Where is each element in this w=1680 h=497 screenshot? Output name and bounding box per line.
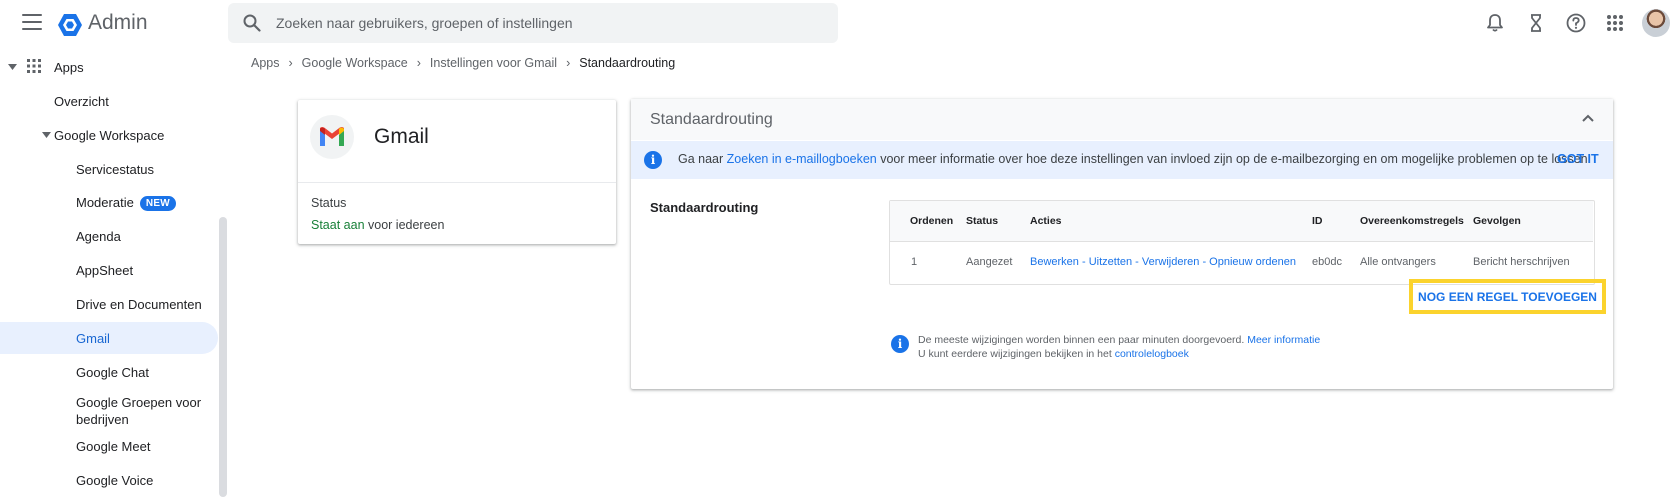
- routing-card-header[interactable]: [631, 99, 1613, 140]
- audit-log-link[interactable]: controlelogboek: [1115, 348, 1189, 360]
- sidebar-item-overzicht[interactable]: Overzicht: [54, 94, 109, 109]
- breadcrumb-apps[interactable]: Apps: [251, 56, 280, 70]
- chevron-right-icon: ›: [566, 56, 571, 70]
- info-icon: i: [644, 151, 662, 169]
- caret-down-icon[interactable]: [8, 63, 17, 71]
- main-menu-icon[interactable]: [22, 14, 42, 30]
- routing-card-title: Standaardrouting: [650, 111, 773, 128]
- sidebar-item-google-meet[interactable]: Google Meet: [76, 439, 150, 454]
- sidebar-item-apps[interactable]: Apps: [54, 60, 84, 75]
- chevron-up-icon[interactable]: [1581, 113, 1595, 123]
- sidebar-scrollbar[interactable]: [219, 217, 227, 497]
- info-icon: i: [891, 335, 909, 353]
- action-separator: -: [1199, 256, 1210, 268]
- banner-text: Ga naar Zoeken in e-maillogboeken voor m…: [678, 152, 1591, 166]
- breadcrumb-workspace[interactable]: Google Workspace: [302, 56, 408, 70]
- note-text: De meeste wijzigingen worden binnen een …: [918, 334, 1245, 346]
- banner-suffix: voor meer informatie over hoe deze inste…: [880, 152, 1592, 166]
- action-separator: -: [1078, 256, 1089, 268]
- bell-icon[interactable]: [1484, 12, 1506, 34]
- column-header-id: ID: [1312, 215, 1323, 227]
- sidebar-item-servicestatus[interactable]: Servicestatus: [76, 162, 154, 177]
- column-header-actions: Acties: [1030, 215, 1062, 227]
- sidebar-item-drive[interactable]: Drive en Documenten: [76, 297, 202, 312]
- admin-logo-icon: [58, 14, 82, 36]
- row-status: Aangezet: [966, 256, 1013, 268]
- sidebar-item-google-groepen[interactable]: Google Groepen voor bedrijven: [76, 394, 201, 428]
- app-title[interactable]: Admin: [88, 11, 148, 35]
- avatar[interactable]: [1642, 9, 1670, 37]
- add-rule-button[interactable]: NOG EEN REGEL TOEVOEGEN: [1409, 279, 1606, 314]
- action-separator: -: [1132, 256, 1142, 268]
- column-header-order: Ordenen: [910, 215, 954, 227]
- row-order: 1: [911, 256, 918, 268]
- section-label: Standaardrouting: [650, 200, 759, 215]
- sidebar-item-label: bedrijven: [76, 412, 129, 427]
- status-value[interactable]: Staat aan voor iedereen: [311, 218, 444, 232]
- sidebar-item-moderatie[interactable]: Moderatie NEW: [76, 195, 177, 211]
- gmail-logo-icon: [320, 126, 344, 146]
- status-label: Status: [311, 196, 347, 210]
- new-badge: NEW: [139, 196, 177, 211]
- search-input[interactable]: Zoeken naar gebruikers, groepen of inste…: [276, 15, 573, 31]
- column-header-match: Overeenkomstregels: [1360, 215, 1464, 227]
- caret-down-icon[interactable]: [42, 131, 51, 139]
- apps-grid-icon: [27, 59, 41, 73]
- reorder-link[interactable]: Opnieuw ordenen: [1209, 256, 1296, 268]
- note-text: U kunt eerdere wijzigingen bekijken in h…: [918, 348, 1112, 360]
- sidebar-item-appsheet[interactable]: AppSheet: [76, 263, 133, 278]
- hourglass-icon[interactable]: [1525, 12, 1547, 34]
- apps-grid-icon[interactable]: [1604, 12, 1626, 34]
- sidebar-item-google-voice[interactable]: Google Voice: [76, 473, 153, 488]
- divider: [298, 182, 616, 183]
- sidebar-item-label: Moderatie: [76, 195, 134, 210]
- column-header-effect: Gevolgen: [1473, 215, 1521, 227]
- row-id: eb0dc: [1312, 256, 1342, 268]
- gmail-title: Gmail: [374, 125, 429, 148]
- edit-link[interactable]: Bewerken: [1030, 256, 1079, 268]
- sidebar-item-gmail[interactable]: Gmail: [76, 331, 110, 346]
- delete-link[interactable]: Verwijderen: [1142, 256, 1199, 268]
- column-header-status: Status: [966, 215, 999, 227]
- breadcrumb-gmail-settings[interactable]: Instellingen voor Gmail: [430, 56, 557, 70]
- banner-prefix: Ga naar: [678, 152, 724, 166]
- row-match: Alle ontvangers: [1360, 256, 1436, 268]
- sidebar-item-agenda[interactable]: Agenda: [76, 229, 121, 244]
- note-line-1: De meeste wijzigingen worden binnen een …: [918, 334, 1320, 346]
- chevron-right-icon: ›: [416, 56, 421, 70]
- sidebar-item-label: Google Groepen voor: [76, 395, 202, 410]
- status-scope: voor iedereen: [368, 218, 445, 232]
- sidebar-item-google-chat[interactable]: Google Chat: [76, 365, 149, 380]
- row-actions: Bewerken - Uitzetten - Verwijderen - Opn…: [1030, 256, 1296, 268]
- email-log-search-link[interactable]: Zoeken in e-maillogboeken: [727, 152, 877, 166]
- note-line-2: U kunt eerdere wijzigingen bekijken in h…: [918, 348, 1189, 360]
- got-it-button[interactable]: GOT IT: [1557, 152, 1599, 166]
- chevron-right-icon: ›: [288, 56, 293, 70]
- disable-link[interactable]: Uitzetten: [1089, 256, 1132, 268]
- help-icon[interactable]: [1565, 12, 1587, 34]
- search-icon[interactable]: [243, 14, 261, 32]
- breadcrumb-current: Standaardrouting: [579, 56, 676, 70]
- sidebar-item-google-workspace[interactable]: Google Workspace: [54, 128, 164, 143]
- row-effect: Bericht herschrijven: [1473, 256, 1570, 268]
- more-info-link[interactable]: Meer informatie: [1247, 334, 1320, 346]
- status-on: Staat aan: [311, 218, 365, 232]
- breadcrumb: Apps › Google Workspace › Instellingen voor …: [251, 56, 675, 70]
